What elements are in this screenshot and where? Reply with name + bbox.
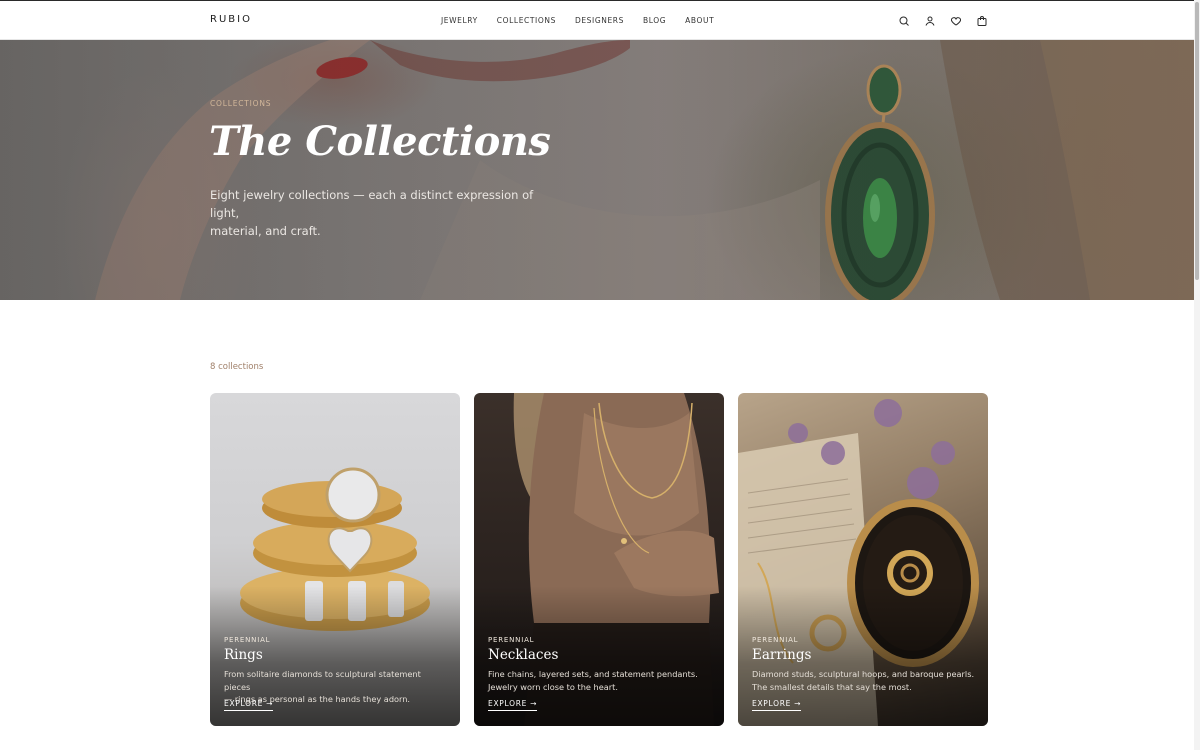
header-actions xyxy=(896,13,990,29)
card-description-line-1: From solitaire diamonds to sculptural st… xyxy=(224,669,421,692)
card-title: Necklaces xyxy=(488,647,559,663)
user-icon[interactable] xyxy=(922,13,938,29)
main-nav: JEWELRY COLLECTIONS DESIGNERS BLOG ABOUT xyxy=(441,16,714,25)
card-description: Diamond studs, sculptural hoops, and bar… xyxy=(752,668,977,693)
bag-icon[interactable] xyxy=(974,13,990,29)
nav-collections[interactable]: COLLECTIONS xyxy=(497,16,556,25)
card-title: Earrings xyxy=(752,647,812,663)
card-tag: PERENNIAL xyxy=(224,636,271,644)
hero-subtitle-line-1: Eight jewelry collections — each a disti… xyxy=(210,188,534,220)
hero-eyebrow: COLLECTIONS xyxy=(210,99,272,108)
card-title: Rings xyxy=(224,647,263,663)
nav-designers[interactable]: DESIGNERS xyxy=(575,16,624,25)
card-description: Fine chains, layered sets, and statement… xyxy=(488,668,713,693)
card-description-line-2: The smallest details that say the most. xyxy=(752,681,912,692)
collection-card-earrings[interactable]: PERENNIAL Earrings Diamond studs, sculpt… xyxy=(738,393,988,726)
nav-blog[interactable]: BLOG xyxy=(643,16,666,25)
hero-overlay xyxy=(0,40,1196,300)
collections-count: 8 collections xyxy=(210,362,264,372)
hero-banner: COLLECTIONS The Collections Eight jewelr… xyxy=(0,40,1196,300)
site-header: RUBIO JEWELRY COLLECTIONS DESIGNERS BLOG… xyxy=(0,0,1200,40)
card-description-line-2: Jewelry worn close to the heart. xyxy=(488,681,618,692)
page-scrollbar[interactable] xyxy=(1194,0,1200,750)
brand-logo[interactable]: RUBIO xyxy=(210,14,252,25)
hero-subtitle-line-2: material, and craft. xyxy=(210,224,321,238)
collection-card-necklaces[interactable]: PERENNIAL Necklaces Fine chains, layered… xyxy=(474,393,724,726)
collection-card-rings[interactable]: PERENNIAL Rings From solitaire diamonds … xyxy=(210,393,460,726)
explore-link-necklaces[interactable]: EXPLORE → xyxy=(488,699,538,711)
explore-link-rings[interactable]: EXPLORE → xyxy=(224,699,274,711)
hero-subtitle: Eight jewelry collections — each a disti… xyxy=(210,186,540,240)
heart-icon[interactable] xyxy=(948,13,964,29)
page-title: The Collections xyxy=(209,118,551,165)
explore-link-earrings[interactable]: EXPLORE → xyxy=(752,699,802,711)
card-description-line-1: Diamond studs, sculptural hoops, and bar… xyxy=(752,669,975,679)
card-tag: PERENNIAL xyxy=(752,636,799,644)
nav-jewelry[interactable]: JEWELRY xyxy=(441,16,478,25)
card-tag: PERENNIAL xyxy=(488,636,535,644)
search-icon[interactable] xyxy=(896,13,912,29)
nav-about[interactable]: ABOUT xyxy=(685,16,714,25)
scrollbar-thumb[interactable] xyxy=(1195,2,1199,280)
card-description-line-1: Fine chains, layered sets, and statement… xyxy=(488,669,698,679)
